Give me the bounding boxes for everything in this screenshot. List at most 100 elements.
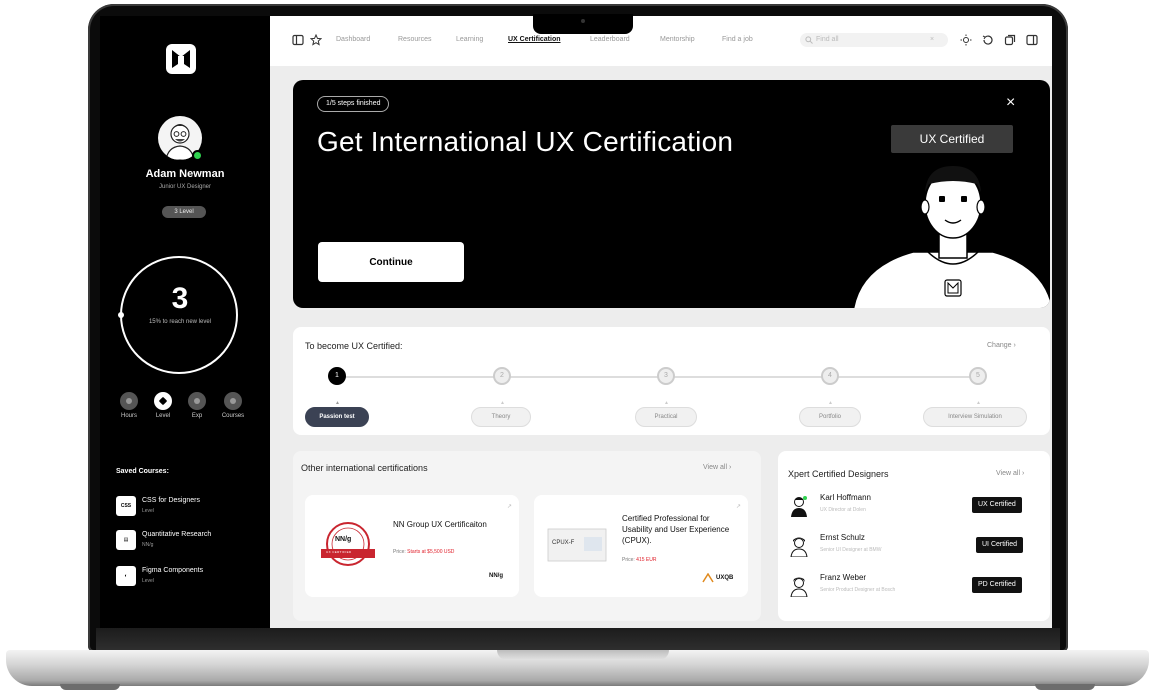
caret-up-icon: ▲ [664, 400, 669, 406]
view-all-label: View all [996, 470, 1020, 477]
caret-up-icon: ▲ [976, 400, 981, 406]
avatar [791, 496, 807, 517]
designer-name: Karl Hoffmann [820, 493, 871, 502]
certification-path-card: To become UX Certified: Change › 1 2 3 4… [293, 327, 1050, 435]
saved-course-item[interactable]: ▤ Quantitative Research NN/g [116, 530, 266, 552]
designer-role: Senior UI Designer at BMW [820, 547, 882, 553]
certification-price: Price: 415 EUR [622, 557, 657, 563]
designer-row[interactable]: Ernst Schulz Senior UI Designer at BMW U… [788, 533, 1042, 563]
laptop-foot [1035, 684, 1095, 690]
close-icon[interactable]: × [1006, 94, 1015, 112]
diamond-icon [154, 392, 172, 410]
briefcase-icon [188, 392, 206, 410]
step-node-4[interactable]: 4 [821, 367, 839, 385]
designer-name: Franz Weber [820, 573, 867, 582]
designer-illustration [853, 166, 1050, 308]
uxqb-logo-icon [702, 573, 714, 583]
saved-course-item[interactable]: CSS CSS for Designers Level [116, 496, 266, 518]
laptop-foot [60, 684, 120, 690]
nng-seal-text: NN/g [335, 536, 352, 543]
certifications-title: Other international certifications [301, 463, 428, 473]
cpux-logo-text: CPUX-F [552, 540, 575, 546]
steps-progress-chip: 1/5 steps finished [317, 96, 390, 112]
nng-ribbon-text: UX CERTIFIED [326, 550, 352, 554]
camera-notch [533, 14, 633, 34]
laptop-groove [497, 650, 669, 660]
stat-exp[interactable]: Exp [182, 392, 212, 419]
uxqb-brand-logo: UXQB [716, 575, 734, 581]
certification-hero: 1/5 steps finished Get International UX … [293, 80, 1050, 308]
css-icon: CSS [116, 496, 136, 516]
certification-tag: PD Certified [972, 577, 1022, 593]
step-pill-passion-test[interactable]: Passion test [305, 407, 369, 427]
external-link-icon[interactable]: ↗ [507, 503, 512, 510]
nav-dashboard[interactable]: Dashboard [336, 36, 370, 43]
nng-seal-icon [321, 522, 375, 566]
ux-certified-badge: UX Certified [891, 125, 1013, 153]
certified-designers-card: Xpert Certified Designers View all › Kar… [778, 451, 1050, 621]
external-link-icon[interactable]: ↗ [736, 503, 741, 510]
designer-row[interactable]: Karl Hoffmann UX Director at Dolen UX Ce… [788, 493, 1042, 523]
step-node-3[interactable]: 3 [657, 367, 675, 385]
designer-role: Senior Product Designer at Bosch [820, 587, 896, 593]
panel-toggle-icon[interactable] [1026, 34, 1038, 46]
level-caption: 15% to reach new level [148, 319, 212, 325]
step-pill-theory[interactable]: Theory [471, 407, 531, 427]
designer-row[interactable]: Franz Weber Senior Product Designer at B… [788, 573, 1042, 603]
close-icon[interactable]: × [930, 36, 934, 43]
certifications-view-all-link[interactable]: View all › [703, 464, 731, 471]
saved-course-item[interactable]: ◐ Figma Components Level [116, 566, 266, 588]
certification-tag: UI Certified [976, 537, 1024, 553]
certification-card-nn-group[interactable]: NN/g UX CERTIFIED NN Group UX Certificai… [305, 495, 519, 597]
history-icon[interactable] [982, 34, 994, 46]
nav-resources[interactable]: Resources [398, 36, 431, 43]
search-input[interactable]: Find all × [800, 33, 948, 47]
nav-ux-certification[interactable]: UX Certification [508, 36, 561, 43]
certification-name: NN Group UX Certificaiton [393, 520, 487, 529]
other-certifications-card: Other international certifications View … [293, 451, 761, 621]
designers-view-all-link[interactable]: View all › [996, 470, 1024, 477]
nng-brand-logo: NN/g [489, 573, 503, 579]
stat-courses[interactable]: Courses [218, 392, 248, 419]
nav-find-a-job[interactable]: Find a job [722, 36, 753, 43]
step-pill-interview-simulation[interactable]: Interview Simulation [923, 407, 1027, 427]
path-title: To become UX Certified: [305, 341, 403, 351]
copy-icon[interactable] [1004, 34, 1016, 46]
step-node-1[interactable]: 1 [328, 367, 346, 385]
designer-name: Ernst Schulz [820, 533, 865, 542]
step-node-2[interactable]: 2 [493, 367, 511, 385]
continue-button[interactable]: Continue [318, 242, 464, 282]
nav-learning[interactable]: Learning [456, 36, 483, 43]
caret-up-icon: ▲ [500, 400, 505, 406]
level-chip: 3 Level [162, 206, 206, 218]
caret-up-icon: ▲ [335, 400, 340, 406]
app-logo-icon[interactable] [164, 42, 198, 76]
step-pill-practical[interactable]: Practical [635, 407, 697, 427]
app-screen: Adam Newman Junior UX Designer 3 Level 3… [100, 16, 1052, 628]
user-name: Adam Newman [145, 168, 225, 180]
document-icon: ▤ [116, 530, 136, 550]
stat-level[interactable]: Level [148, 392, 178, 419]
certification-tag: UX Certified [972, 497, 1022, 513]
star-icon[interactable] [310, 34, 322, 46]
step-node-5[interactable]: 5 [969, 367, 987, 385]
saved-course-title: Figma Components [142, 567, 204, 574]
saved-course-subtitle: Level [142, 508, 154, 514]
change-link[interactable]: Change › [987, 342, 1016, 349]
nav-leaderboard[interactable]: Leaderboard [590, 36, 630, 43]
view-all-label: View all [703, 464, 727, 471]
camera-icon [581, 19, 585, 23]
figma-icon: ◐ [116, 566, 136, 586]
top-navigation: Dashboard Resources Learning UX Certific… [270, 16, 1052, 66]
nav-mentorship[interactable]: Mentorship [660, 36, 695, 43]
certification-price: Price: Starts at $5,500 USD [393, 549, 455, 555]
sun-icon[interactable] [960, 34, 972, 46]
sidebar-toggle-icon[interactable] [292, 34, 304, 46]
stat-label: Level [155, 413, 171, 419]
stat-hours[interactable]: Hours [114, 392, 144, 419]
step-pill-portfolio[interactable]: Portfolio [799, 407, 861, 427]
certification-card-cpux[interactable]: CPUX-F Certified Professional for Usabil… [534, 495, 748, 597]
caret-up-icon: ▲ [828, 400, 833, 406]
stat-label: Exp [191, 413, 203, 419]
stat-label: Hours [120, 413, 137, 419]
